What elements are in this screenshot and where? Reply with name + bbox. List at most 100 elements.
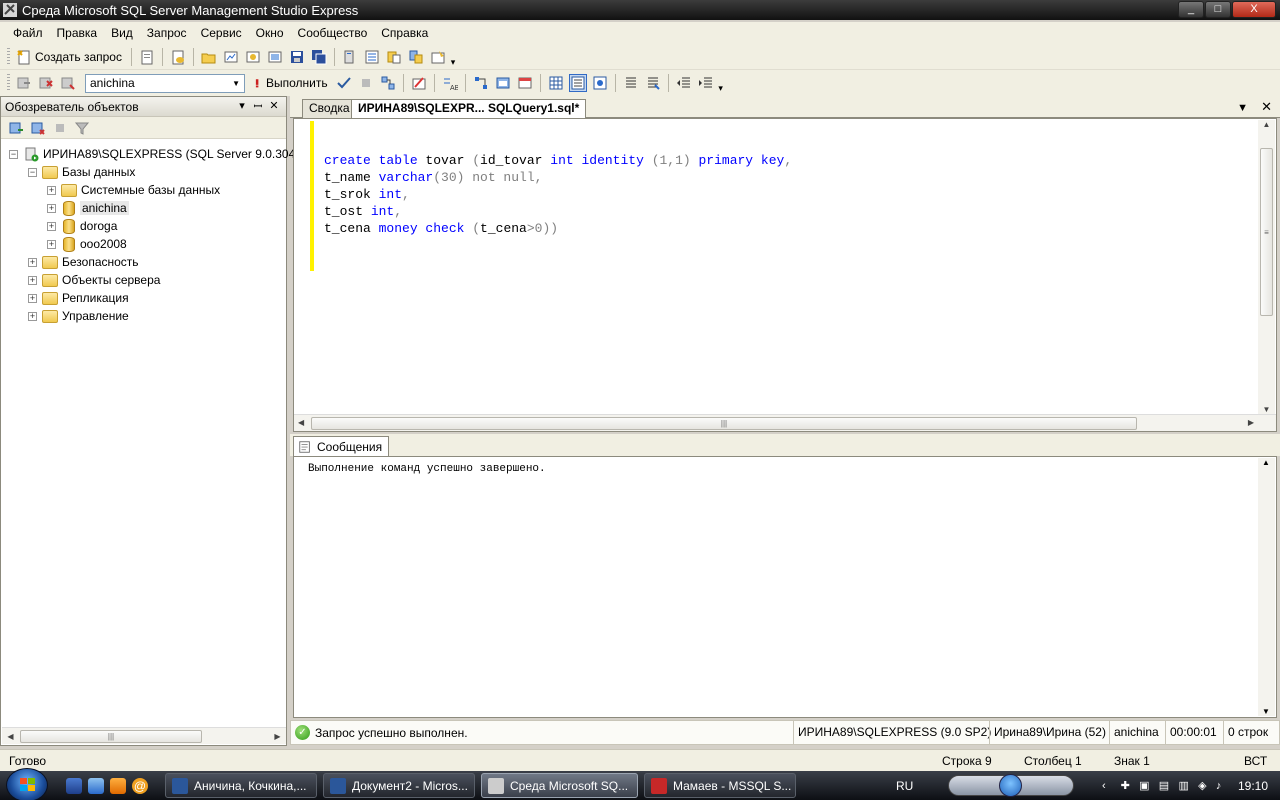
media-player-icon[interactable]: [110, 778, 126, 794]
save-all-icon[interactable]: [311, 49, 327, 65]
include-actual-plan-icon[interactable]: [473, 75, 489, 91]
taskbar-item-word-2[interactable]: Документ2 - Micros...: [323, 773, 475, 798]
parse-checkmark-icon[interactable]: [336, 75, 352, 91]
mdx-query-icon[interactable]: [245, 49, 261, 65]
results-to-grid-icon[interactable]: [548, 75, 564, 91]
collapse-icon[interactable]: −: [28, 167, 37, 177]
tab-list-dropdown-icon[interactable]: ▼: [1237, 102, 1248, 114]
tree-node-server-objects[interactable]: + Объекты сервера: [28, 271, 160, 289]
scroll-right-icon[interactable]: ▶: [269, 732, 286, 741]
tree-node-database-ooo2008[interactable]: + ooo2008: [47, 235, 127, 253]
scrollbar-thumb[interactable]: |||: [311, 417, 1137, 430]
query-editor[interactable]: create table tovar (id_tovar int identit…: [293, 118, 1277, 432]
show-desktop-icon[interactable]: [66, 778, 82, 794]
database-select[interactable]: anichina ▼: [85, 73, 245, 93]
menu-community[interactable]: Сообщество: [291, 26, 375, 40]
uncomment-lines-icon[interactable]: [645, 75, 661, 91]
close-button[interactable]: X: [1232, 1, 1276, 18]
collapse-icon[interactable]: −: [9, 149, 18, 159]
taskbar-item-ssms[interactable]: Среда Microsoft SQ...: [481, 773, 638, 798]
expand-icon[interactable]: +: [28, 275, 37, 285]
tree-node-management[interactable]: + Управление: [28, 307, 129, 325]
menu-tools[interactable]: Сервис: [194, 26, 249, 40]
scroll-right-icon[interactable]: ▶: [1248, 418, 1254, 427]
toolbar-grip[interactable]: [7, 74, 10, 92]
comment-lines-icon[interactable]: [623, 75, 639, 91]
scrollbar-thumb[interactable]: |||: [20, 729, 202, 743]
volume-icon[interactable]: ♪: [1216, 780, 1222, 792]
menu-query[interactable]: Запрос: [140, 26, 194, 40]
editor-hscrollbar[interactable]: ◀ ||| ▶: [294, 414, 1276, 431]
scroll-down-icon[interactable]: ▼: [1258, 405, 1275, 414]
connect-object-explorer-icon[interactable]: [8, 120, 24, 136]
code-line[interactable]: t_srok int,: [324, 186, 792, 203]
panel-dropdown-icon[interactable]: ▾: [234, 99, 250, 114]
clock[interactable]: 19:10: [1238, 771, 1268, 800]
scroll-up-icon[interactable]: ▲: [1258, 120, 1275, 129]
database-engine-query-icon[interactable]: [170, 49, 186, 65]
language-indicator[interactable]: RU: [896, 771, 913, 800]
open-file-icon[interactable]: [201, 49, 217, 65]
toolbar-grip[interactable]: [7, 47, 10, 66]
tray-app-icon[interactable]: ✚: [1121, 779, 1130, 792]
object-explorer-icon[interactable]: [364, 49, 380, 65]
switch-windows-icon[interactable]: [88, 778, 104, 794]
pin-icon[interactable]: ꟷ: [250, 99, 266, 114]
analysis-query-icon[interactable]: [223, 49, 239, 65]
code-line[interactable]: create table tovar (id_tovar int identit…: [324, 152, 792, 169]
new-query-button[interactable]: Создать запрос: [35, 50, 122, 64]
menu-view[interactable]: Вид: [104, 26, 140, 40]
client-statistics-icon[interactable]: [495, 75, 511, 91]
tray-app-icon[interactable]: ▣: [1139, 779, 1149, 792]
tray-network-icon[interactable]: ▥: [1178, 779, 1188, 792]
results-to-text-grid-icon[interactable]: [568, 74, 587, 92]
messages-vscrollbar[interactable]: ▲ ▼: [1258, 458, 1275, 716]
filter-icon[interactable]: [74, 120, 90, 136]
connect-icon[interactable]: [16, 75, 32, 91]
expand-icon[interactable]: +: [28, 311, 37, 321]
expand-icon[interactable]: +: [28, 293, 37, 303]
scroll-left-icon[interactable]: ◀: [298, 418, 304, 427]
tray-expand-icon[interactable]: ‹: [1102, 771, 1106, 800]
dmx-query-icon[interactable]: [267, 49, 283, 65]
toolbar-overflow-icon[interactable]: ▾: [717, 73, 725, 93]
save-icon[interactable]: [289, 49, 305, 65]
menu-edit[interactable]: Правка: [50, 26, 105, 40]
query-designer-icon[interactable]: [411, 75, 427, 91]
expand-icon[interactable]: +: [47, 221, 56, 231]
scroll-down-icon[interactable]: ▼: [1262, 707, 1270, 716]
tree-node-system-databases[interactable]: + Системные базы данных: [47, 181, 220, 199]
close-document-icon[interactable]: ✕: [1261, 99, 1272, 114]
tree-node-security[interactable]: + Безопасность: [28, 253, 139, 271]
execute-button[interactable]: Выполнить: [266, 76, 328, 90]
tray-app-icon[interactable]: ◈: [1198, 779, 1206, 792]
expand-icon[interactable]: +: [47, 203, 56, 213]
code-line[interactable]: t_name varchar(30) not null,: [324, 169, 792, 186]
new-query-icon[interactable]: [16, 49, 32, 65]
cancel-execution-icon[interactable]: [358, 75, 374, 91]
tree-node-database-doroga[interactable]: + doroga: [47, 217, 117, 235]
taskbar-item-browser[interactable]: Мамаев - MSSQL S...: [644, 773, 796, 798]
expand-icon[interactable]: +: [47, 185, 56, 195]
expand-icon[interactable]: +: [47, 239, 56, 249]
messages-pane[interactable]: Выполнение команд успешно завершено. ▲ ▼: [293, 456, 1277, 718]
menu-file[interactable]: Файл: [6, 26, 50, 40]
scrollbar-thumb[interactable]: ≡: [1260, 148, 1273, 316]
code-line[interactable]: t_ost int,: [324, 203, 792, 220]
properties-icon[interactable]: [430, 49, 446, 65]
execute-icon[interactable]: [254, 75, 264, 91]
pause-icon[interactable]: [999, 774, 1022, 797]
disconnect-icon[interactable]: [38, 75, 54, 91]
menu-window[interactable]: Окно: [249, 26, 291, 40]
stop-icon[interactable]: [52, 120, 68, 136]
code-line[interactable]: t_cena money check (t_cena>0)): [324, 220, 792, 237]
new-file-icon[interactable]: [139, 49, 155, 65]
ssms-app-icon[interactable]: [2, 2, 18, 18]
scroll-up-icon[interactable]: ▲: [1262, 458, 1270, 467]
taskbar-item-word-1[interactable]: Аничина, Кочкина,...: [165, 773, 317, 798]
start-button[interactable]: [6, 768, 48, 800]
solution-explorer-icon[interactable]: [408, 49, 424, 65]
tab-summary[interactable]: Сводка: [302, 99, 357, 118]
results-to-text-icon[interactable]: [517, 75, 533, 91]
menu-help[interactable]: Справка: [374, 26, 435, 40]
